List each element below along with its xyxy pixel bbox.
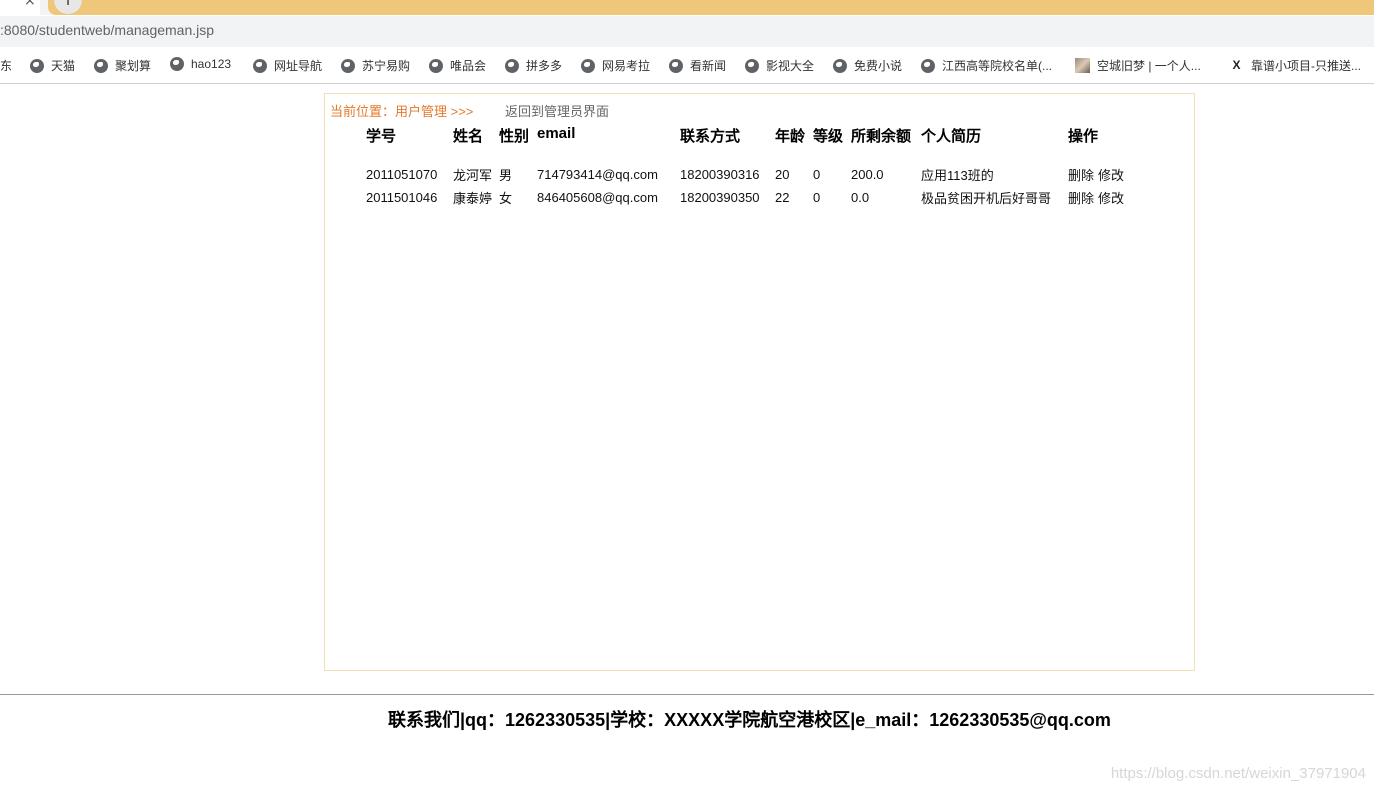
header-actions: 操作	[1068, 128, 1099, 145]
globe-icon	[581, 58, 595, 73]
table-header-row: 学号 姓名 性别 email 联系方式 年龄 等级 所剩余额 个人简历 操作	[366, 125, 1128, 149]
content-panel: 当前位置：用户管理 >>> 返回到管理员界面 学号 姓名 性别 email 联系…	[324, 93, 1195, 671]
cell-phone: 18200390316	[680, 167, 760, 182]
tab-background	[48, 0, 1374, 15]
header-id: 学号	[366, 128, 397, 145]
cell-email: 846405608@qq.com	[537, 190, 658, 205]
globe-icon	[669, 58, 683, 73]
watermark: https://blog.csdn.net/weixin_37971904	[1110, 765, 1366, 782]
bookmark-item[interactable]: 空城旧梦 | 一个人...	[1075, 57, 1201, 74]
header-email: email	[537, 125, 576, 142]
cell-name: 康泰婷	[453, 191, 493, 206]
header-level: 等级	[813, 128, 844, 145]
cell-age: 20	[775, 167, 790, 182]
bookmark-item[interactable]: 看新闻	[669, 57, 726, 74]
header-phone: 联系方式	[680, 128, 741, 145]
globe-icon	[253, 58, 267, 73]
cell-name: 龙河军	[453, 168, 493, 183]
back-to-admin-link[interactable]: 返回到管理员界面	[505, 101, 609, 120]
header-resume: 个人简历	[921, 128, 982, 145]
globe-icon	[94, 58, 108, 73]
edit-link[interactable]: 修改	[1098, 191, 1124, 206]
cell-gender: 男	[499, 168, 513, 183]
cell-level: 0	[813, 190, 821, 205]
globe-icon	[341, 58, 355, 73]
header-gender: 性别	[499, 128, 530, 145]
delete-link[interactable]: 删除	[1068, 168, 1094, 183]
bookmark-item[interactable]: 拼多多	[505, 57, 562, 74]
header-age: 年龄	[775, 128, 806, 145]
cell-email: 714793414@qq.com	[537, 167, 658, 182]
cell-gender: 女	[499, 191, 513, 206]
cell-level: 0	[813, 167, 821, 182]
bookmark-item[interactable]: X 靠谱小项目-只推送...	[1229, 57, 1361, 74]
cell-resume: 极品贫困开机后好哥哥	[921, 191, 1052, 206]
bookmark-item[interactable]: 影视大全	[745, 57, 814, 74]
bookmark-item[interactable]: 天猫	[30, 57, 75, 74]
user-table: 学号 姓名 性别 email 联系方式 年龄 等级 所剩余额 个人简历 操作 2…	[366, 125, 1128, 209]
url-text[interactable]: :8080/studentweb/manageman.jsp	[0, 22, 214, 38]
image-favicon-icon	[1075, 58, 1090, 73]
globe-icon	[921, 58, 935, 73]
close-tab-icon[interactable]: ×	[24, 0, 36, 8]
bookmark-item[interactable]: 江西高等院校名单(...	[921, 57, 1052, 74]
cell-phone: 18200390350	[680, 190, 760, 205]
spacer-row	[366, 149, 1128, 163]
cell-actions: 删除 修改	[1068, 163, 1128, 186]
table-row: 2011501046 康泰婷 女 846405608@qq.com 182003…	[366, 186, 1128, 209]
cell-resume: 应用113班的	[921, 168, 994, 183]
footer-contact: 联系我们|qq：1262330535|学校：XXXXX学院航空港校区|e_mai…	[388, 710, 1111, 730]
delete-link[interactable]: 删除	[1068, 191, 1094, 206]
header-balance: 所剩余额	[851, 128, 912, 145]
bookmark-item[interactable]: 免费小说	[833, 57, 902, 74]
cell-id: 2011051070	[366, 167, 438, 182]
header-name: 姓名	[453, 128, 484, 145]
globe-icon	[170, 57, 184, 71]
globe-icon	[505, 58, 519, 73]
footer-divider	[0, 694, 1374, 695]
globe-icon	[30, 58, 44, 73]
bookmark-item[interactable]: 唯品会	[429, 57, 486, 74]
cell-age: 22	[775, 190, 790, 205]
edit-link[interactable]: 修改	[1098, 168, 1124, 183]
cell-actions: 删除 修改	[1068, 186, 1128, 209]
bookmark-item[interactable]: 网址导航	[253, 57, 322, 74]
cell-id: 2011501046	[366, 190, 438, 205]
bookmark-item[interactable]: 聚划算	[94, 57, 151, 74]
x-favicon-icon: X	[1232, 58, 1241, 72]
bookmarks-bar: 东 天猫 聚划算 hao123 网址导航 苏宁易购 唯品会 拼多多 网易考拉 看…	[0, 48, 1374, 84]
cell-balance: 0.0	[851, 190, 870, 205]
breadcrumb: 当前位置：用户管理 >>>	[330, 104, 474, 119]
globe-icon	[429, 58, 443, 73]
bookmark-item[interactable]: 苏宁易购	[341, 57, 410, 74]
cell-balance: 200.0	[851, 167, 884, 182]
globe-icon	[745, 58, 759, 73]
address-bar[interactable]: :8080/studentweb/manageman.jsp	[0, 16, 1374, 47]
active-tab[interactable]: ×	[0, 0, 40, 15]
table-row: 2011051070 龙河军 男 714793414@qq.com 182003…	[366, 163, 1128, 186]
bookmark-item[interactable]: hao123	[170, 57, 231, 71]
tab-strip: × +	[0, 0, 1374, 15]
bookmark-item[interactable]: 网易考拉	[581, 57, 650, 74]
globe-icon	[833, 58, 847, 73]
bookmark-item[interactable]: 东	[0, 57, 12, 74]
